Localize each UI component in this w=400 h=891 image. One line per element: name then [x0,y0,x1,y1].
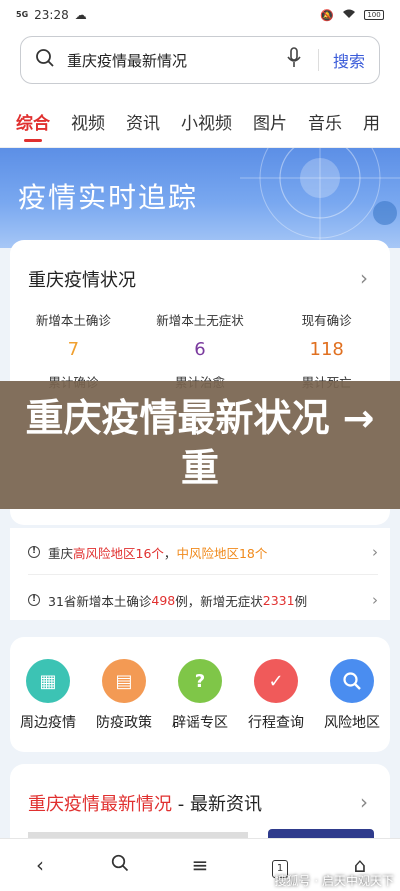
alert-separator: ， [163,545,177,561]
mid-risk-text: 中风险地区18个 [176,545,268,561]
watermark: 搜狐号 · 启天中观天下 [274,874,394,888]
mute-icon: 🔕 [320,8,334,22]
quick-link-label: 辟谣专区 [172,715,228,731]
battery-icon: 100 [364,10,384,20]
virus-radar-graphic [240,148,400,248]
chevron-right-icon: › [372,591,378,609]
quick-links-card: ▦ 周边疫情 ▤ 防疫政策 ? 辟谣专区 ✓ 行程查询 风险地区 [10,637,390,752]
back-icon[interactable]: ‹ [20,853,60,877]
status-left: 5G 23:28 ☁ [16,8,87,22]
search-icon [330,659,374,703]
network-indicator: 5G [16,10,29,19]
high-risk-text: 高风险地区16个 [73,545,164,561]
status-bar: 5G 23:28 ☁ 🔕 100 [0,0,400,30]
alert-text: 例 [294,593,308,609]
clock: 23:28 [34,8,69,22]
stat-new-asymptomatic: 新增本土无症状 6 [137,310,264,360]
tab-music[interactable]: 音乐 [308,109,342,134]
tab-all[interactable]: 综合 [16,109,50,142]
stat-current-confirmed: 现有确诊 118 [263,310,390,360]
wifi-icon [342,8,356,22]
quick-link-label: 周边疫情 [20,715,76,731]
stat-label: 新增本土确诊 [35,313,111,328]
microphone-icon[interactable] [286,47,302,73]
stat-value: 118 [309,339,344,360]
stat-value: 7 [67,339,80,360]
alert-text: 31省新增本土确诊 [48,593,152,609]
search-button[interactable]: 搜索 [333,48,365,72]
policy-icon: ▤ [102,659,146,703]
banner-title: 疫情实时追踪 [18,181,199,214]
stat-label: 现有确诊 [301,313,352,328]
alert-list: ! 重庆 高风险地区16个 ， 中风险地区18个 › ! 31省新增本土确诊 4… [10,528,390,620]
alert-icon: ! [28,594,40,606]
quick-link-travel[interactable]: ✓ 行程查询 [238,659,314,732]
national-cases-alert[interactable]: ! 31省新增本土确诊 498 例，新增无症状 2331 例 › [28,583,378,617]
menu-icon[interactable]: ≡ [180,853,220,877]
search-input[interactable]: 重庆疫情最新情况 [67,50,286,71]
status-right: 🔕 100 [320,8,384,22]
chevron-right-icon[interactable]: › [360,266,368,290]
stat-label: 新增本土无症状 [156,313,244,328]
tab-images[interactable]: 图片 [253,109,287,134]
title-overlay: 重庆疫情最新状况 → 重 [0,381,400,509]
quick-link-policy[interactable]: ▤ 防疫政策 [86,659,162,732]
stats-row: 新增本土确诊 7 新增本土无症状 6 现有确诊 118 [10,310,390,360]
building-icon: ▦ [26,659,70,703]
asymptomatic-count: 2331 [262,592,295,608]
alert-prefix: 重庆 [48,545,74,561]
chevron-right-icon: › [372,543,378,561]
status-card-title: 重庆疫情状况 [28,270,136,291]
news-title-rest: - 最新资讯 [172,794,262,815]
epidemic-banner: 疫情实时追踪 [0,148,400,248]
quick-link-rumor[interactable]: ? 辟谣专区 [162,659,238,732]
search-header: 重庆疫情最新情况 搜索 [0,30,400,96]
alert-text: 例，新增无症状 [175,593,263,609]
search-divider [317,49,319,71]
divider [28,574,378,575]
overlay-title: 重庆疫情最新状况 → 重 [25,396,375,490]
search-icon [35,48,55,72]
quick-link-label: 防疫政策 [96,715,152,731]
stat-new-local-confirmed: 新增本土确诊 7 [10,310,137,360]
search-icon[interactable] [100,853,140,877]
cloud-icon: ☁ [74,8,87,22]
risk-area-alert[interactable]: ! 重庆 高风险地区16个 ， 中风险地区18个 › [28,535,378,569]
chevron-right-icon[interactable]: › [360,790,368,814]
news-title-highlight: 重庆疫情最新情况 [28,794,172,815]
alert-icon: ! [28,546,40,558]
confirmed-count: 498 [151,592,176,608]
document-icon: ✓ [254,659,298,703]
quick-link-risk-area[interactable]: 风险地区 [314,659,390,732]
question-icon: ? [178,659,222,703]
stat-value: 6 [194,339,206,360]
quick-link-label: 风险地区 [324,715,380,731]
tab-more[interactable]: 用 [363,109,380,134]
news-title: 重庆疫情最新情况 - 最新资讯 [28,790,262,816]
search-bar[interactable]: 重庆疫情最新情况 搜索 [20,36,380,84]
category-tabs: 综合 视频 资讯 小视频 图片 音乐 用 [0,96,400,148]
quick-link-nearby[interactable]: ▦ 周边疫情 [10,659,86,732]
quick-link-label: 行程查询 [248,715,304,731]
tab-news[interactable]: 资讯 [126,109,160,134]
tab-video[interactable]: 视频 [71,109,105,134]
tab-short-video[interactable]: 小视频 [181,109,232,134]
